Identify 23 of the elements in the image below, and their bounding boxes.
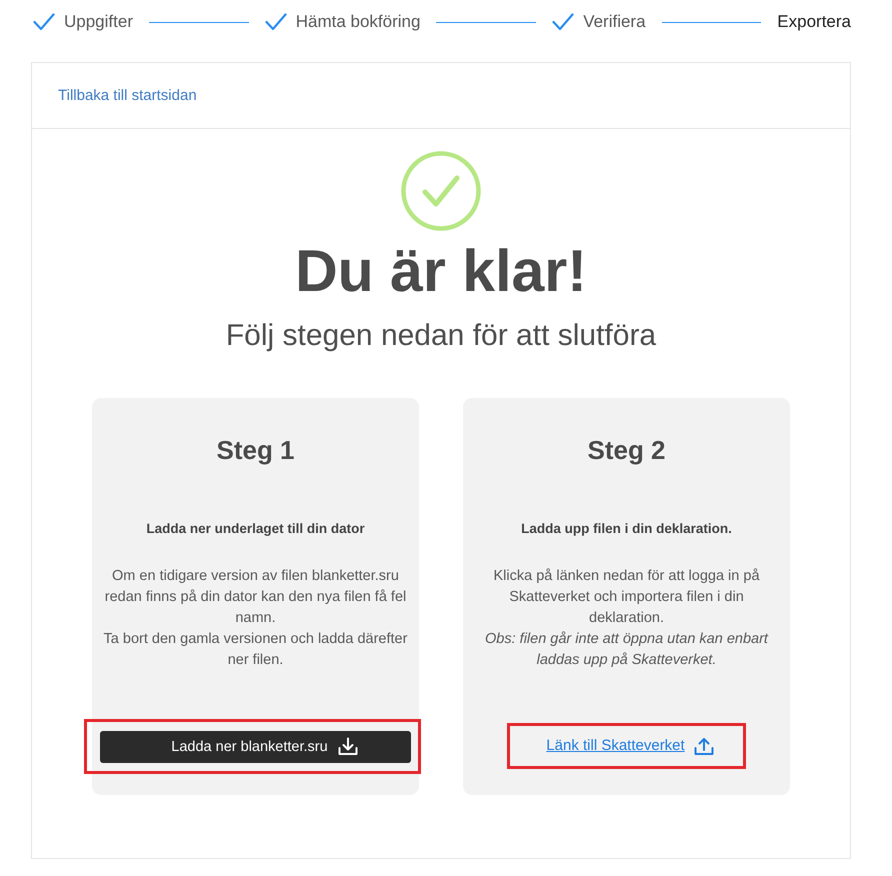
completion-heading: Du är klar! <box>295 237 587 305</box>
completion-subheading: Följ stegen nedan för att slutföra <box>226 318 656 354</box>
step-lead: Ladda upp filen i din deklaration. <box>521 520 732 538</box>
step-description: Om en tidigare version av filen blanketter.sru redan finns på din dator kan den nya filen få fel namn. <box>104 567 408 628</box>
step-description: Ta bort den gamla versionen och ladda därefter ner filen. <box>102 630 408 670</box>
back-link[interactable]: Tillbaka till startsidan <box>58 86 197 106</box>
step-lead: Ladda ner underlaget till din dator <box>146 520 365 538</box>
download-button[interactable]: Ladda ner blanketter.sru <box>100 730 411 762</box>
step-label[interactable]: Uppgifter <box>64 11 133 33</box>
checkmark-icon <box>264 13 287 31</box>
step-note: Obs: filen går inte att öppna utan kan enbart laddas upp på Skatteverket. <box>484 630 770 670</box>
step-title: Steg 1 <box>216 434 295 466</box>
step-label[interactable]: Verifiera <box>583 11 646 33</box>
step-label[interactable]: Exportera <box>777 11 851 33</box>
step-label[interactable]: Hämta bokföring <box>296 11 420 33</box>
check-circle-icon <box>401 151 481 231</box>
upload-icon <box>694 736 714 756</box>
step-title: Steg 2 <box>587 434 666 466</box>
checkmark-icon <box>33 13 55 31</box>
step-description: Klicka på länken nedan för att logga in på Skatteverket och importera filen i din deklaration. <box>492 567 761 628</box>
checkmark-icon <box>552 13 574 31</box>
download-icon <box>338 737 358 756</box>
skatteverket-link[interactable]: Länk till Skatteverket <box>546 736 714 756</box>
